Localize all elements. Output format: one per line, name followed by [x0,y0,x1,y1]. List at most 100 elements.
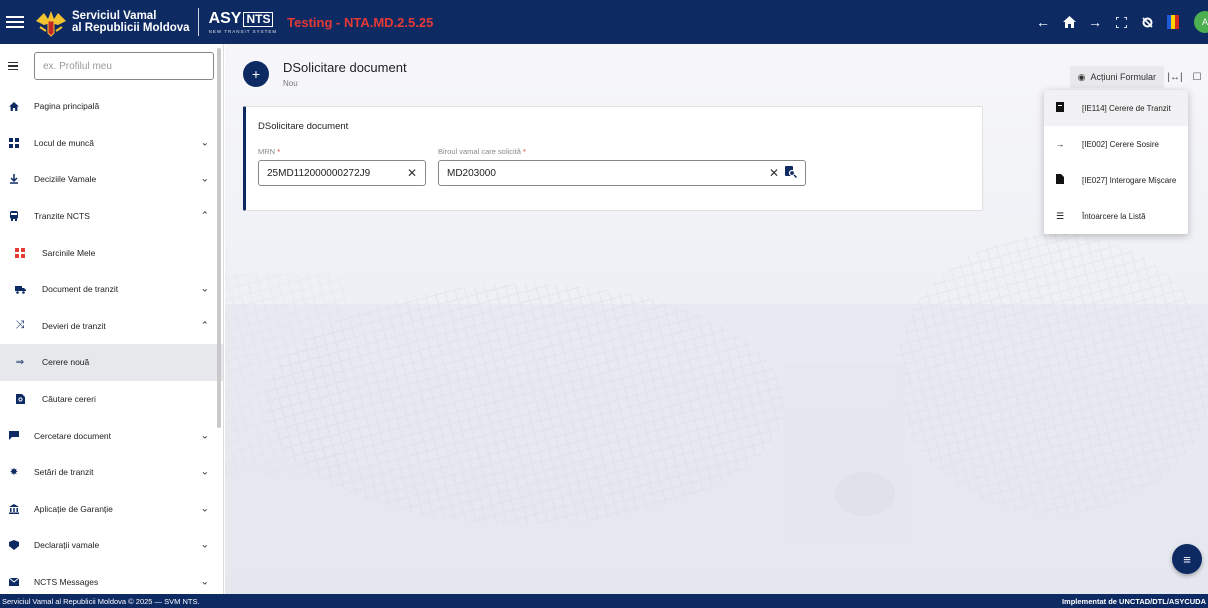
arrow-right-icon[interactable]: → [1082,9,1108,35]
menu-item-label: [IE002] Cerere Sosire [1082,139,1159,149]
add-button[interactable]: + [243,61,269,87]
sidebar-item-label: Deciziile Vamale [34,174,97,185]
chevron-down-icon: ⌄ [200,173,209,185]
sidebar-item-cautare-cereri[interactable]: Căutare cereri [0,381,223,418]
sidebar-item-setari-de-tranzit[interactable]: ✸ Setări de tranzit ⌄ [0,454,223,491]
mail-icon [8,576,20,588]
sidebar-item-label: Căutare cereri [42,394,96,405]
chevron-down-icon: ⌄ [200,430,209,442]
chevron-down-icon: ⌄ [200,576,209,588]
menu-item-label: [IE027] Interogare Mișcare [1082,175,1177,185]
required-mark: * [523,147,526,156]
sidebar-item-aplicatie-de-garantie[interactable]: Aplicație de Garanție ⌄ [0,491,223,528]
file-search-icon [14,393,26,405]
sidebar-item-label: Aplicație de Garanție [34,503,113,514]
sidebar-item-tranzite-ncts[interactable]: Tranzite NCTS ⌃ [0,198,223,235]
asy-nts-logo: ASY NTS NEW TRANSIT SYSTEM [209,10,278,34]
list-icon: ☰ [1055,210,1065,221]
search-office-icon[interactable] [785,165,798,181]
menu-item-back-to-list[interactable]: ☰ Întoarcere la Listă [1044,198,1188,234]
environment-title: Testing - NTA.MD.2.5.25 [287,14,434,30]
footer-credit: Implementat de UNCTAD/DTL/ASYCUDA [1061,596,1206,606]
file-icon [1054,174,1066,186]
mrn-value: 25MD112000000272J9 [267,167,371,179]
chevron-down-icon: ⌄ [200,503,209,515]
arrow-right-icon: ⇒ [15,356,25,368]
sidebar-item-cerere-noua[interactable]: ⇒ Cerere nouă [0,344,223,381]
sidebar-item-declaratii-vamale[interactable]: Declarații vamale ⌄ [0,527,223,564]
customs-emblem-logo [34,7,68,37]
chevron-up-icon: ⌃ [200,320,209,332]
office-label: Biroul vamal care solicită * [438,147,806,156]
gear-icon: ✸ [9,466,19,478]
chevron-down-icon: ⌄ [200,283,209,295]
home-icon [8,100,20,112]
mrn-label: MRN * [258,147,426,156]
actions-bar: ◉ Acțiuni Formular |↔| ☐ [1069,66,1208,88]
clear-icon[interactable]: ✕ [407,166,417,180]
sidebar-item-label: Devieri de tranzit [42,320,106,331]
sidebar-item-sarcinile-mele[interactable]: Sarcinile Mele [0,234,223,271]
required-mark: * [277,147,281,156]
form-actions-label: Acțiuni Formular [1090,72,1156,82]
menu-toggle-icon[interactable] [6,16,24,28]
fullscreen-icon[interactable] [1108,9,1134,35]
office-label-text: Biroul vamal care solicită [438,147,521,156]
chevron-down-icon: ⌄ [200,539,209,551]
page-status: Nou [283,79,298,88]
office-value: MD203000 [447,167,496,179]
sidebar-item-label: Setări de tranzit [34,467,94,478]
document-icon [1054,102,1066,114]
top-bar: Serviciul Vamal al Republicii Moldova AS… [0,0,1208,44]
shuffle-icon: ⤨ [15,319,25,332]
sidebar-item-label: Sarcinile Mele [42,247,96,258]
sidebar-search-input[interactable] [34,52,214,80]
floating-menu-button[interactable]: ≡ [1172,544,1202,574]
sidebar-item-document-de-tranzit[interactable]: Document de tranzit ⌄ [0,271,223,308]
sidebar-item-label: Tranzite NCTS [34,211,90,222]
mrn-input[interactable]: 25MD112000000272J9 ✕ [258,160,426,186]
chevron-down-icon: ⌄ [200,137,209,149]
header-actions: ← → A [1030,0,1208,44]
sidebar-item-cercetare-document[interactable]: Cercetare document ⌄ [0,417,223,454]
mrn-field: MRN * 25MD112000000272J9 ✕ [258,147,426,186]
menu-item-label: [IE114] Cerere de Tranzit [1082,103,1171,113]
menu-item-ie114[interactable]: [IE114] Cerere de Tranzit [1044,90,1188,126]
bus-icon [8,210,20,222]
sidebar-item-ncts-messages[interactable]: NCTS Messages ⌄ [0,564,223,594]
sidebar-item-locul-de-munca[interactable]: Locul de muncă ⌄ [0,125,223,162]
mrn-label-text: MRN [258,147,276,156]
page-title: DSolicitare document [283,60,407,75]
menu-item-ie002[interactable]: → [IE002] Cerere Sosire [1044,126,1188,162]
form-actions-button[interactable]: ◉ Acțiuni Formular [1069,66,1164,88]
settings-icon[interactable] [1134,9,1160,35]
truck-icon [14,283,26,295]
expand-width-icon[interactable]: |↔| [1164,72,1186,83]
menu-item-ie027[interactable]: [IE027] Interogare Mișcare [1044,162,1188,198]
office-input[interactable]: MD203000 ✕ [438,160,806,186]
sidebar-item-pagina-principala[interactable]: Pagina principală [0,88,223,125]
product-subtitle: NEW TRANSIT SYSTEM [208,29,278,34]
clear-icon[interactable]: ✕ [769,166,779,180]
collapse-menu-icon[interactable] [8,61,18,71]
sidebar-item-label: Document de tranzit [42,284,119,295]
chevron-up-icon: ⌃ [200,210,209,222]
org-name: Serviciul Vamal al Republicii Moldova [72,10,190,34]
arrow-right-icon: → [1055,139,1065,149]
sidebar-item-devieri-de-tranzit[interactable]: ⤨ Devieri de tranzit ⌃ [0,308,223,345]
sidebar-item-label: NCTS Messages [34,577,99,588]
sidebar-item-deciziile-vamale[interactable]: Deciziile Vamale ⌄ [0,161,223,198]
flag-icon[interactable] [1160,9,1186,35]
grid-icon [8,137,20,149]
product-badge: NTS [243,11,274,27]
bank-icon [8,503,20,515]
sidebar-item-label: Cerere nouă [42,357,90,368]
form-card: DSolicitare document MRN * 25MD112000000… [243,106,983,211]
home-icon[interactable] [1056,9,1082,35]
sidebar-search [0,44,223,88]
footer: Serviciul Vamal al Republicii Moldova © … [0,594,1208,608]
arrow-left-icon[interactable]: ← [1030,9,1056,35]
avatar[interactable]: A [1194,11,1208,33]
sidebar-scrollbar[interactable] [217,48,221,428]
window-icon[interactable]: ☐ [1186,72,1208,83]
